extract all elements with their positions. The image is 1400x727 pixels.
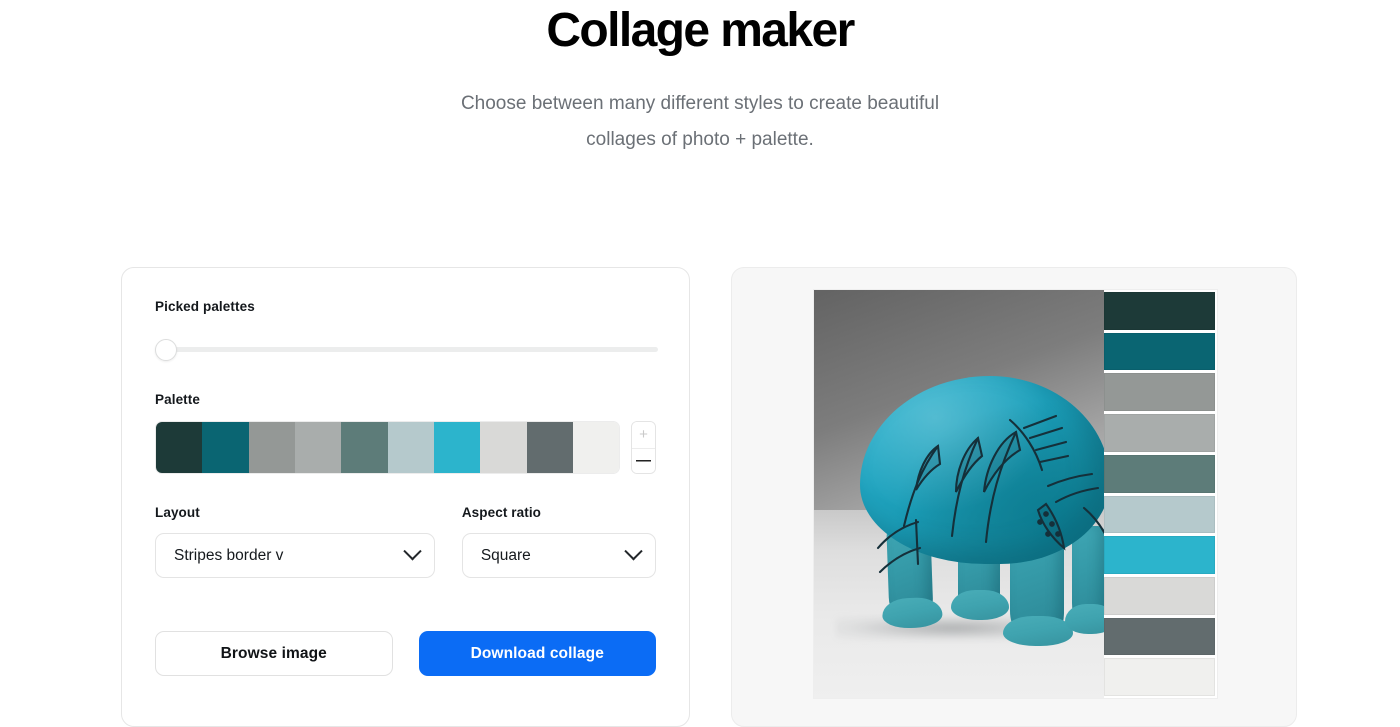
palette-swatch[interactable] <box>433 422 481 473</box>
collage-stripe <box>1104 414 1215 452</box>
chevron-down-icon <box>403 542 422 561</box>
palette-swatch[interactable] <box>248 422 295 473</box>
page-title: Collage maker <box>546 4 855 57</box>
layout-select[interactable]: Stripes border v <box>155 533 435 578</box>
palette-section: Palette + — <box>155 392 656 474</box>
controls-panel: Picked palettes Palette + — Layout Strip… <box>121 267 690 727</box>
preview-panel <box>731 267 1297 727</box>
add-swatch-button[interactable]: + <box>632 422 655 448</box>
aspect-ratio-label: Aspect ratio <box>461 505 542 520</box>
slider-track[interactable] <box>155 347 658 352</box>
palette-label: Palette <box>155 392 200 407</box>
aspect-ratio-select[interactable]: Square <box>461 533 656 578</box>
remove-swatch-button[interactable]: — <box>632 447 655 473</box>
hippo-figure <box>860 376 1104 646</box>
collage-stripe <box>1104 536 1215 574</box>
palette-swatch[interactable] <box>156 422 203 473</box>
collage-photo <box>814 290 1104 698</box>
aspect-ratio-select-value: Square <box>480 546 531 564</box>
collage-stripe <box>1104 292 1215 330</box>
layout-label: Layout <box>155 505 200 520</box>
page-header: Collage maker Choose between many differ… <box>0 0 1400 158</box>
lotus-decoration-icon <box>876 414 1104 574</box>
actions-row: Browse image Download collage <box>155 631 656 676</box>
picked-palettes-label: Picked palettes <box>155 299 255 314</box>
collage-stripe <box>1104 373 1215 412</box>
collage-stripe <box>1104 576 1215 615</box>
collage-preview[interactable] <box>814 290 1217 698</box>
workspace: Picked palettes Palette + — Layout Strip… <box>0 267 1400 727</box>
layout-group: Layout Stripes border v <box>155 505 435 578</box>
download-collage-button[interactable]: Download collage <box>418 631 656 676</box>
palette-swatch[interactable] <box>294 422 342 473</box>
palette-stepper[interactable]: + — <box>631 421 656 474</box>
page-subtitle: Choose between many different styles to … <box>460 93 940 150</box>
slider-thumb[interactable] <box>155 339 177 361</box>
collage-stripe <box>1104 617 1215 656</box>
chevron-down-icon <box>624 542 643 561</box>
collage-stripe <box>1104 454 1215 493</box>
palette-swatch[interactable] <box>202 422 249 473</box>
collage-stripe <box>1104 332 1215 371</box>
options-row: Layout Stripes border v Aspect ratio Squ… <box>155 505 656 578</box>
picked-palettes-slider[interactable] <box>155 334 658 364</box>
aspect-ratio-group: Aspect ratio Square <box>461 505 656 578</box>
palette-swatches[interactable] <box>155 421 621 474</box>
collage-stripe <box>1104 495 1215 534</box>
collage-palette-stripes <box>1104 290 1217 698</box>
browse-image-button[interactable]: Browse image <box>155 631 393 676</box>
layout-select-value: Stripes border v <box>174 546 284 564</box>
collage-stripe <box>1104 658 1215 697</box>
palette-swatch[interactable] <box>572 422 620 473</box>
palette-swatch[interactable] <box>341 422 388 473</box>
palette-swatch[interactable] <box>526 422 573 473</box>
palette-swatch[interactable] <box>387 422 434 473</box>
palette-swatch[interactable] <box>480 422 527 473</box>
